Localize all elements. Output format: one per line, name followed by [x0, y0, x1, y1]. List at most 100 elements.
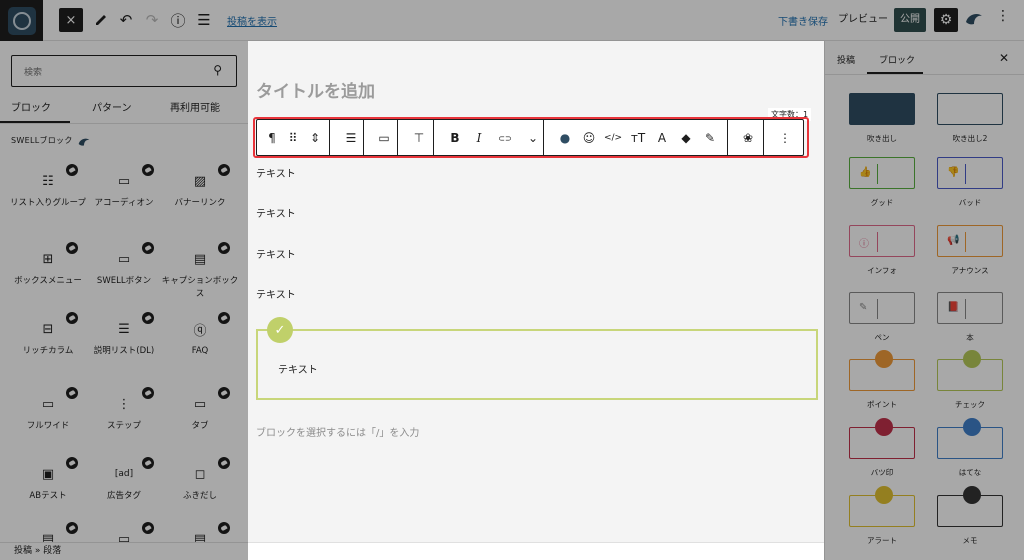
block-icon: ▭	[41, 396, 55, 412]
tab-reusable[interactable]: 再利用可能	[170, 99, 220, 114]
block-item[interactable]: [ad] 広告タグ	[84, 457, 164, 503]
block-label: リスト入りグループ	[10, 198, 86, 208]
editor-canvas: タイトルを追加 文字数：1 ¶ ⠿ ⇕ ☰ ▭ ⊤ B I ⊂⊃ ⌄ ● ☺ </> тT A ◆ ✎ ❀ ⋮ テキ…	[248, 41, 824, 542]
style-divider	[877, 299, 878, 319]
category-heading: SWELLブロック	[11, 136, 73, 145]
more-options-icon[interactable]: ⋮	[996, 8, 1010, 24]
toolbar-highlight-frame	[253, 117, 809, 158]
block-label: ABテスト	[29, 491, 67, 501]
breadcrumb[interactable]: 投稿 » 段落	[0, 542, 248, 560]
block-label: リッチカラム	[22, 346, 74, 356]
style-label: グッド	[870, 198, 894, 207]
style-option[interactable]	[849, 486, 915, 527]
style-option[interactable]	[937, 93, 1003, 125]
swell-badge-icon	[142, 242, 154, 254]
style-label: バッド	[958, 198, 982, 207]
block-item[interactable]: ▭ SWELLボタン	[84, 242, 164, 288]
style-option[interactable]	[937, 486, 1003, 527]
swell-logo-icon[interactable]	[964, 10, 984, 32]
block-item[interactable]: ☷ リスト入りグループ	[8, 164, 88, 210]
style-option[interactable]: 📢	[937, 225, 1003, 257]
swell-badge-icon	[66, 457, 78, 469]
block-item[interactable]: ☰ 説明リスト(DL)	[84, 312, 164, 358]
redo-icon[interactable]: ↷	[140, 8, 164, 32]
block-icon: ▨	[193, 173, 207, 189]
block-item[interactable]: ▭	[84, 522, 164, 543]
undo-icon[interactable]: ↶	[114, 8, 138, 32]
gear-icon[interactable]: ⚙	[934, 8, 958, 32]
block-icon: ▭	[117, 531, 131, 543]
style-option[interactable]	[937, 350, 1003, 391]
block-item[interactable]: ⊞ ボックスメニュー	[8, 242, 88, 288]
search-input[interactable]: 検索 ⚲	[11, 55, 237, 87]
publish-button[interactable]: 公開	[894, 8, 926, 32]
block-label: タブ	[191, 421, 209, 431]
style-option[interactable]: 👎	[937, 157, 1003, 189]
block-item[interactable]: ▤ キャプションボックス	[160, 242, 240, 301]
block-item[interactable]: ⓠ FAQ	[160, 312, 240, 358]
block-item[interactable]: ▭ タブ	[160, 387, 240, 433]
block-icon: [ad]	[114, 469, 134, 479]
style-option[interactable]	[849, 350, 915, 391]
paragraph-block[interactable]: テキスト	[256, 286, 296, 301]
tab-patterns[interactable]: パターン	[92, 99, 132, 114]
style-option[interactable]	[849, 93, 915, 125]
style-label: アラート	[867, 536, 897, 545]
style-icon: 👎	[947, 167, 960, 178]
block-icon: ▤	[41, 531, 55, 543]
swell-badge-icon	[142, 312, 154, 324]
paragraph-block[interactable]: テキスト	[256, 246, 296, 261]
style-option[interactable]	[937, 418, 1003, 459]
block-item[interactable]: ▣ ABテスト	[8, 457, 88, 503]
block-label: 広告タグ	[106, 491, 141, 501]
block-item[interactable]: ▤	[8, 522, 88, 543]
style-label: チェック	[955, 400, 985, 409]
close-icon[interactable]: ✕	[999, 51, 1009, 65]
block-label: ボックスメニュー	[14, 276, 82, 286]
style-option[interactable]	[849, 418, 915, 459]
block-item[interactable]: ▤	[160, 522, 240, 542]
block-label: アコーディオン	[94, 198, 154, 208]
block-icon: ▭	[117, 251, 131, 267]
style-option[interactable]: ✎	[849, 292, 915, 324]
pen-tool-icon[interactable]	[89, 8, 113, 32]
tab-block[interactable]: ブロック	[879, 53, 915, 66]
style-option[interactable]: ⓘ	[849, 225, 915, 257]
block-label: ステップ	[106, 421, 141, 431]
paragraph-block[interactable]: テキスト	[256, 165, 296, 180]
block-item[interactable]: ⋮ ステップ	[84, 387, 164, 433]
caption-box-text[interactable]: テキスト	[278, 361, 318, 376]
style-label: 本	[966, 333, 974, 342]
block-item[interactable]: ◻ ふきだし	[160, 457, 240, 503]
block-inserter-panel: 検索 ⚲ ブロック パターン 再利用可能 SWELLブロック ☷ リスト入りグルー…	[0, 41, 248, 542]
post-title-input[interactable]: タイトルを追加	[256, 77, 375, 102]
close-inserter-icon[interactable]: ×	[59, 8, 83, 32]
preview-button[interactable]: プレビュー	[832, 8, 894, 32]
site-logo[interactable]	[0, 0, 43, 41]
caption-box-block[interactable]: テキスト	[256, 329, 818, 400]
block-item[interactable]: ▭ アコーディオン	[84, 164, 164, 210]
swell-badge-icon	[218, 164, 230, 176]
search-icon: ⚲	[213, 63, 222, 77]
view-post-link[interactable]: 投稿を表示	[227, 13, 277, 28]
swell-badge-icon	[142, 457, 154, 469]
list-view-icon[interactable]: ☰	[192, 8, 216, 32]
style-divider	[965, 164, 966, 184]
style-icon: ✎	[859, 302, 868, 313]
style-option[interactable]: 👍	[849, 157, 915, 189]
tab-post[interactable]: 投稿	[837, 53, 855, 66]
block-item[interactable]: ▨ バナーリンク	[160, 164, 240, 210]
block-icon: ◻	[194, 466, 206, 482]
style-badge-icon	[963, 486, 981, 504]
style-divider	[877, 232, 878, 252]
style-icon: 👍	[859, 167, 872, 178]
paragraph-block[interactable]: テキスト	[256, 205, 296, 220]
block-item[interactable]: ▭ フルワイド	[8, 387, 88, 433]
style-option[interactable]: 📕	[937, 292, 1003, 324]
info-icon[interactable]: ⓘ	[166, 8, 190, 32]
block-item[interactable]: ⊟ リッチカラム	[8, 312, 88, 358]
block-label: バナーリンク	[174, 198, 226, 208]
tab-blocks[interactable]: ブロック	[11, 99, 51, 114]
save-draft-button[interactable]: 下書き保存	[778, 13, 828, 28]
block-appender[interactable]: ブロックを選択するには「/」を入力	[256, 424, 419, 439]
